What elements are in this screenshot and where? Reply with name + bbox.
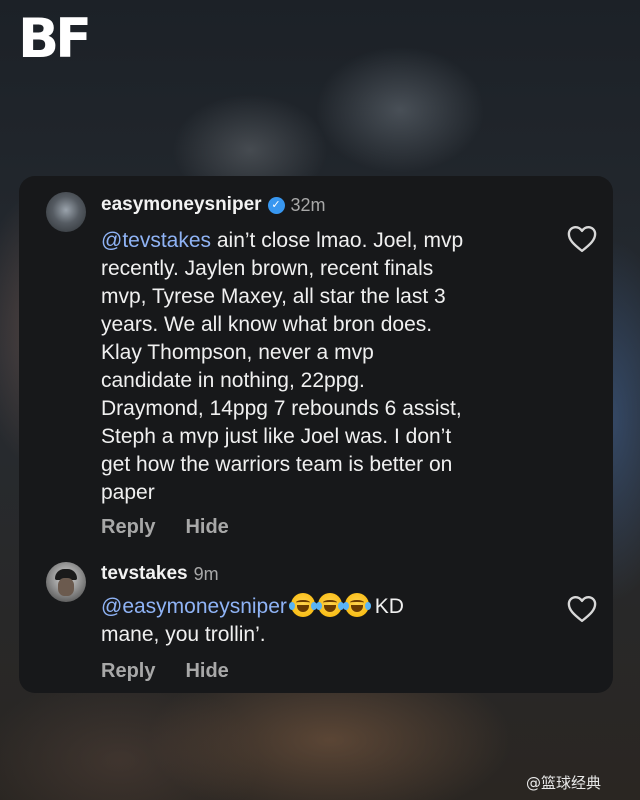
comment-header: easymoneysniper ✓ 32m [101,194,326,216]
hide-button[interactable]: Hide [185,516,228,539]
mention-link[interactable]: @easymoneysniper [101,595,287,618]
comment-text: @easymoneysniper KD mane, you trollin’. [101,593,404,646]
comment-header: tevstakes 9m [101,563,219,585]
comment-actions: Reply Hide [101,660,229,683]
bf-logo: BF [18,7,92,70]
username[interactable]: easymoneysniper [101,194,262,216]
avatar[interactable] [46,562,86,602]
reply-button[interactable]: Reply [101,516,155,539]
comments-card: easymoneysniper ✓ 32m @tevstakes ain’t c… [19,176,613,693]
heart-outline-icon[interactable] [567,595,597,623]
avatar-face [58,578,74,596]
comment-text: @tevstakes ain’t close lmao. Joel, mvp re… [101,229,464,504]
mention-link[interactable]: @tevstakes [101,229,211,252]
timestamp: 32m [290,194,326,215]
laughing-crying-emoji-icon [315,593,344,617]
comment-actions: Reply Hide [101,516,229,539]
laughing-crying-emoji-icon [288,593,317,617]
weibo-watermark: @篮球经典 [526,774,602,792]
laughing-crying-emoji-icon [342,593,371,617]
heart-outline-icon[interactable] [567,225,597,253]
avatar[interactable] [46,192,86,232]
verified-badge-icon: ✓ [267,196,285,214]
laughing-crying-emoji-icons [288,593,371,617]
hide-button[interactable]: Hide [185,660,228,683]
timestamp: 9m [193,563,219,584]
reply-button[interactable]: Reply [101,660,155,683]
username[interactable]: tevstakes [101,563,188,585]
